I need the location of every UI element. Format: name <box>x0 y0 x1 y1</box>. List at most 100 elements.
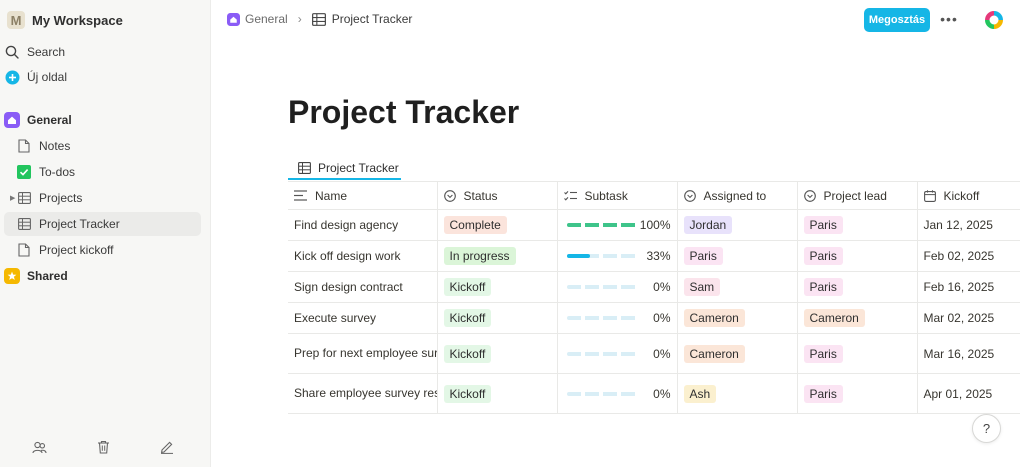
sidebar-item-projects[interactable]: ▶ Projects <box>4 186 201 210</box>
table-row[interactable]: Sign design contract Kickoff 0% Sam Pari… <box>288 271 1020 303</box>
sidebar-new-page-label: Új oldal <box>27 70 68 84</box>
person-tag: Ash <box>683 384 717 403</box>
person-tag: Cameron <box>683 344 745 363</box>
cell-assigned[interactable]: Cameron <box>677 302 798 334</box>
cell-status[interactable]: Kickoff <box>437 333 558 374</box>
sidebar-item-todos[interactable]: To-dos <box>4 160 201 184</box>
cell-status[interactable]: Kickoff <box>437 302 558 334</box>
cell-lead[interactable]: Cameron <box>797 302 918 334</box>
column-header-label: Status <box>463 188 498 203</box>
app-logo-icon[interactable] <box>983 9 1005 31</box>
chevron-circle-icon <box>443 189 456 202</box>
workspace-name: My Workspace <box>32 12 123 28</box>
tab-project-tracker[interactable]: Project Tracker <box>288 158 401 180</box>
status-badge: Kickoff <box>443 278 492 296</box>
table-row[interactable]: Share employee survey results Kickoff 0%… <box>288 373 1020 414</box>
status-badge: Kickoff <box>443 384 492 403</box>
table-icon <box>298 162 311 174</box>
status-badge: In progress <box>443 247 516 265</box>
cell-assigned[interactable]: Cameron <box>677 333 798 374</box>
cell-subtask: 33% <box>557 240 678 272</box>
table-icon <box>16 190 32 206</box>
expand-caret-icon[interactable]: ▶ <box>10 194 15 202</box>
sidebar-footer <box>0 438 211 456</box>
cell-name[interactable]: Sign design contract <box>288 271 438 303</box>
progress-percent: 33% <box>646 249 671 263</box>
chevron-circle-icon <box>803 189 816 202</box>
cell-name[interactable]: Share employee survey results <box>288 373 438 414</box>
column-header-label: Project lead <box>823 188 887 203</box>
search-icon <box>4 44 20 60</box>
pencil-icon[interactable] <box>158 438 176 456</box>
progress-percent: 100% <box>639 218 671 232</box>
column-header-lead[interactable]: Project lead <box>797 181 918 210</box>
table-row[interactable]: Find design agency Complete 100% Jordan … <box>288 209 1020 241</box>
progress-percent: 0% <box>653 346 671 361</box>
cell-name[interactable]: Prep for next employee survey <box>288 333 438 374</box>
cell-name[interactable]: Execute survey <box>288 302 438 334</box>
cell-lead[interactable]: Paris <box>797 271 918 303</box>
app-window: M My Workspace Search Új oldal General N… <box>0 0 1020 467</box>
column-header-subtask[interactable]: Subtask <box>557 181 678 210</box>
progress-bar <box>566 223 639 227</box>
sidebar-item-label: Project kickoff <box>39 243 114 257</box>
main-content: General › Project Tracker Megosztás ••• … <box>211 0 1020 467</box>
share-button[interactable]: Megosztás <box>864 8 930 32</box>
sidebar-group-shared[interactable]: Shared <box>4 264 201 288</box>
progress-percent: 0% <box>653 280 671 294</box>
cell-status[interactable]: Complete <box>437 209 558 241</box>
home-icon <box>4 112 20 128</box>
sidebar-item-notes[interactable]: Notes <box>4 134 201 158</box>
cell-lead[interactable]: Paris <box>797 373 918 414</box>
top-bar: General › Project Tracker Megosztás ••• <box>211 0 1020 40</box>
cell-kickoff[interactable]: Feb 16, 2025 <box>917 271 1020 303</box>
sidebar-item-project-tracker[interactable]: Project Tracker <box>4 212 201 236</box>
cell-kickoff[interactable]: Mar 16, 2025 <box>917 333 1020 374</box>
cell-assigned[interactable]: Jordan <box>677 209 798 241</box>
trash-icon[interactable] <box>94 438 112 456</box>
cell-kickoff[interactable]: Mar 02, 2025 <box>917 302 1020 334</box>
breadcrumb-current[interactable]: Project Tracker <box>332 12 413 26</box>
column-header-status[interactable]: Status <box>437 181 558 210</box>
page-icon <box>16 138 32 154</box>
more-options-icon[interactable]: ••• <box>939 9 959 29</box>
cell-status[interactable]: Kickoff <box>437 373 558 414</box>
cell-status[interactable]: Kickoff <box>437 271 558 303</box>
cell-kickoff[interactable]: Feb 02, 2025 <box>917 240 1020 272</box>
help-icon[interactable]: ? <box>972 414 1001 443</box>
column-header-assigned[interactable]: Assigned to <box>677 181 798 210</box>
cell-status[interactable]: In progress <box>437 240 558 272</box>
cell-lead[interactable]: Paris <box>797 333 918 374</box>
person-tag: Cameron <box>803 309 865 327</box>
sidebar-group-general[interactable]: General <box>4 108 201 132</box>
cell-name[interactable]: Kick off design work <box>288 240 438 272</box>
workspace-switcher[interactable]: M My Workspace <box>7 9 210 31</box>
sidebar-item-project-kickoff[interactable]: Project kickoff <box>4 238 201 262</box>
cell-assigned[interactable]: Ash <box>677 373 798 414</box>
cell-lead[interactable]: Paris <box>797 240 918 272</box>
breadcrumb: General › Project Tracker <box>227 12 412 26</box>
checklist-icon <box>563 190 577 202</box>
column-header-name[interactable]: Name <box>288 181 438 210</box>
sidebar-search-label: Search <box>27 45 66 59</box>
table-row[interactable]: Prep for next employee survey Kickoff 0%… <box>288 333 1020 374</box>
cell-lead[interactable]: Paris <box>797 209 918 241</box>
people-icon[interactable] <box>30 438 48 456</box>
home-icon[interactable] <box>227 12 240 26</box>
cell-kickoff[interactable]: Jan 12, 2025 <box>917 209 1020 241</box>
project-table: Name Status Subtask Assigned to Project … <box>288 181 1020 414</box>
column-header-kickoff[interactable]: Kickoff <box>917 181 1020 210</box>
person-tag: Paris <box>803 278 843 296</box>
table-row[interactable]: Kick off design work In progress 33% Par… <box>288 240 1020 272</box>
cell-assigned[interactable]: Sam <box>677 271 798 303</box>
person-tag: Paris <box>803 216 843 234</box>
status-badge: Kickoff <box>443 309 492 327</box>
table-row[interactable]: Execute survey Kickoff 0% Cameron Camero… <box>288 302 1020 334</box>
cell-assigned[interactable]: Paris <box>677 240 798 272</box>
sidebar-new-page[interactable]: Új oldal <box>4 65 201 89</box>
cell-name[interactable]: Find design agency <box>288 209 438 241</box>
cell-subtask: 100% <box>557 209 678 241</box>
breadcrumb-parent[interactable]: General <box>245 12 288 26</box>
cell-kickoff[interactable]: Apr 01, 2025 <box>917 373 1020 414</box>
sidebar-search[interactable]: Search <box>4 40 201 64</box>
